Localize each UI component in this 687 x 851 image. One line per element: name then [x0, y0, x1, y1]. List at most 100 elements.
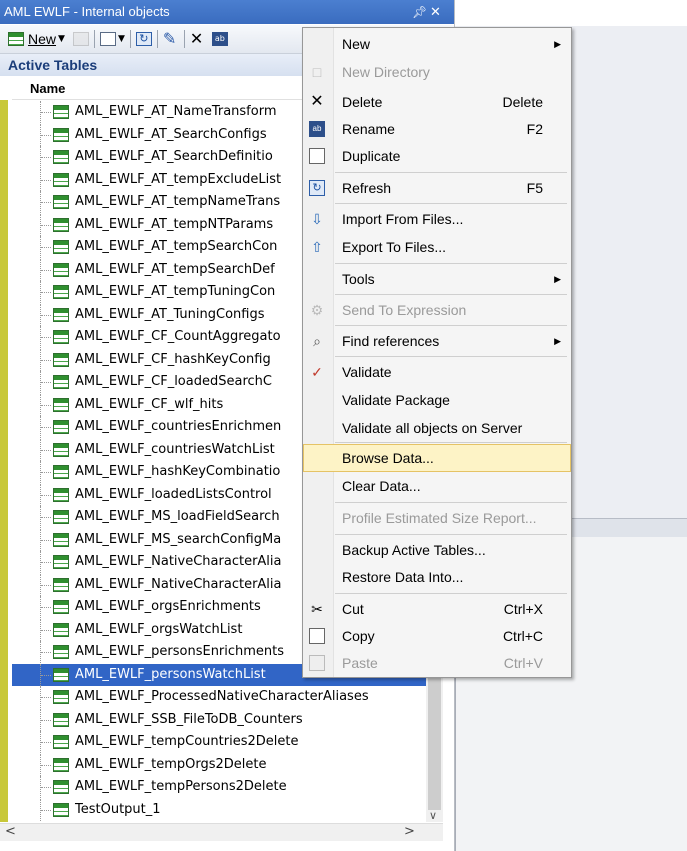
table-row-label: AML_EWLF_NativeCharacterAlia [75, 554, 282, 569]
menu-item-rename[interactable]: ab Rename F2 [303, 115, 571, 143]
table-icon [53, 465, 69, 479]
table-row-label: AML_EWLF_ProcessedNativeCharacterAliases [75, 689, 369, 704]
menu-item-new[interactable]: New ▶ [303, 30, 571, 58]
menu-item-find-references[interactable]: ⌕ Find references ▶ [303, 327, 571, 355]
table-row-label: AML_EWLF_CF_CountAggregato [75, 329, 281, 344]
paste-icon [309, 655, 325, 671]
menu-item-new-directory[interactable]: □ New Directory [303, 58, 571, 86]
horizontal-scrollbar[interactable]: < > [0, 823, 443, 841]
menu-shortcut: F5 [526, 180, 543, 196]
table-icon [53, 645, 69, 659]
menu-item-validate[interactable]: ✓ Validate [303, 358, 571, 386]
table-row-label: AML_EWLF_personsEnrichments [75, 644, 285, 659]
table-row-label: AML_EWLF_tempCountries2Delete [75, 734, 299, 749]
export-icon: ⇧ [311, 239, 323, 255]
table-row-label: AML_EWLF_tempOrgs2Delete [75, 756, 267, 772]
table-row[interactable]: TestOutput_1 [12, 798, 426, 821]
scroll-down-icon[interactable]: ∨ [429, 809, 437, 822]
toolbar-separator [93, 30, 95, 48]
table-row-label: TestOutput_1 [75, 801, 161, 817]
table-icon [53, 150, 69, 164]
pin-icon[interactable]: 📌︎ [412, 0, 427, 24]
menu-item-label: Refresh [342, 180, 392, 196]
close-icon[interactable]: ✕ [430, 0, 441, 24]
menu-shortcut: F2 [526, 121, 543, 137]
view-icon[interactable] [99, 32, 116, 46]
table-row[interactable]: AML_EWLF_ProcessedNativeCharacterAliases [12, 686, 426, 708]
table-row-label: AML_EWLF_AT_tempSearchDef [75, 261, 275, 277]
menu-item-delete[interactable]: ✕ Delete Delete [303, 88, 571, 116]
duplicate-icon [309, 148, 325, 164]
menu-item-cut[interactable]: ✂ Cut Ctrl+X [303, 595, 571, 623]
table-icon [53, 442, 69, 457]
menu-shortcut: Ctrl+C [502, 628, 543, 644]
table-row-label: AML_EWLF_hashKeyCombinatio [75, 464, 281, 479]
menu-item-backup-active-tables[interactable]: Backup Active Tables... [303, 536, 571, 564]
menu-item-copy[interactable]: Copy Ctrl+C [303, 622, 571, 650]
menu-item-browse-data[interactable]: Browse Data... [303, 444, 571, 472]
table-row-label: AML_EWLF_loadedListsControl [75, 486, 272, 502]
table-row-label: AML_EWLF_countriesEnrichmen [75, 419, 282, 434]
menu-item-export-to-files[interactable]: ⇧ Export To Files... [303, 233, 571, 261]
table-row-label: AML_EWLF_AT_tempExcludeList [75, 171, 282, 187]
panel-title: AML EWLF - Internal objects [4, 4, 170, 19]
table-row[interactable]: AML_EWLF_tempPersons2Delete [12, 776, 426, 798]
menu-separator [335, 172, 567, 173]
context-menu: New ▶ □ New Directory ✕ Delete Delete ab… [302, 27, 572, 678]
table-row[interactable]: AML_EWLF_tempCountries2Delete [12, 731, 426, 753]
menu-separator [335, 534, 567, 535]
copy-icon [309, 628, 325, 644]
table-row[interactable]: AML_EWLF_tempOrgs2Delete [12, 753, 426, 776]
table-icon [53, 285, 69, 299]
new-dropdown-icon[interactable]: ▼ [58, 34, 65, 44]
table-icon [53, 622, 69, 637]
new-table-icon[interactable] [8, 32, 24, 46]
table-row[interactable]: AML_EWLF_SSB_FileToDB_Counters [12, 708, 426, 731]
delete-icon[interactable]: ✕ [190, 31, 206, 47]
menu-item-profile-estimated-size[interactable]: Profile Estimated Size Report... [303, 504, 571, 532]
menu-item-refresh[interactable]: ↻ Refresh F5 [303, 174, 571, 202]
menu-item-clear-data[interactable]: Clear Data... [303, 472, 571, 500]
menu-item-send-to-expression[interactable]: ⚙ Send To Expression [303, 296, 571, 324]
menu-separator [335, 203, 567, 204]
view-dropdown-icon[interactable]: ▼ [118, 34, 125, 44]
menu-item-label: Profile Estimated Size Report... [342, 510, 537, 526]
menu-item-import-from-files[interactable]: ⇩ Import From Files... [303, 205, 571, 233]
rename-icon[interactable]: ab [211, 32, 228, 46]
menu-item-tools[interactable]: Tools ▶ [303, 265, 571, 293]
scroll-right-icon[interactable]: > [404, 824, 415, 839]
table-icon [53, 217, 69, 232]
menu-item-label: Clear Data... [342, 478, 421, 494]
menu-item-restore-data-into[interactable]: Restore Data Into... [303, 563, 571, 591]
delete-icon: ✕ [310, 93, 324, 110]
menu-item-label: Validate Package [342, 392, 450, 408]
toolbar-separator [129, 30, 131, 48]
table-row-label: AML_EWLF_MS_loadFieldSearch [75, 509, 280, 524]
rename-icon: ab [309, 121, 325, 137]
table-icon [53, 375, 69, 389]
find-references-icon: ⌕ [313, 333, 321, 349]
scroll-left-icon[interactable]: < [5, 824, 16, 839]
table-row-label: AML_EWLF_CF_loadedSearchC [75, 374, 272, 389]
panel-title-bar: AML EWLF - Internal objects 📌︎ ✕ [0, 0, 454, 24]
new-directory-icon[interactable] [72, 32, 89, 46]
menu-item-validate-package[interactable]: Validate Package [303, 386, 571, 414]
import-icon: ⇩ [311, 211, 323, 227]
table-icon [53, 307, 69, 322]
menu-item-paste[interactable]: Paste Ctrl+V [303, 649, 571, 677]
menu-item-validate-all-objects[interactable]: Validate all objects on Server [303, 414, 571, 442]
table-icon [53, 577, 69, 592]
menu-item-duplicate[interactable]: Duplicate [303, 142, 571, 170]
refresh-icon[interactable]: ↻ [135, 32, 152, 46]
table-icon [53, 802, 69, 817]
table-row-label: AML_EWLF_SSB_FileToDB_Counters [75, 711, 303, 727]
menu-separator [335, 356, 567, 357]
table-icon [53, 780, 69, 794]
table-row-label: AML_EWLF_AT_tempTuningCon [75, 284, 276, 299]
new-button[interactable]: New [28, 31, 56, 47]
table-icon [53, 262, 69, 277]
send-to-expression-icon: ⚙ [310, 302, 324, 318]
edit-icon[interactable]: ✎ [163, 31, 179, 47]
menu-separator [335, 442, 567, 443]
table-row-label: AML_EWLF_AT_tempSearchCon [75, 239, 278, 254]
